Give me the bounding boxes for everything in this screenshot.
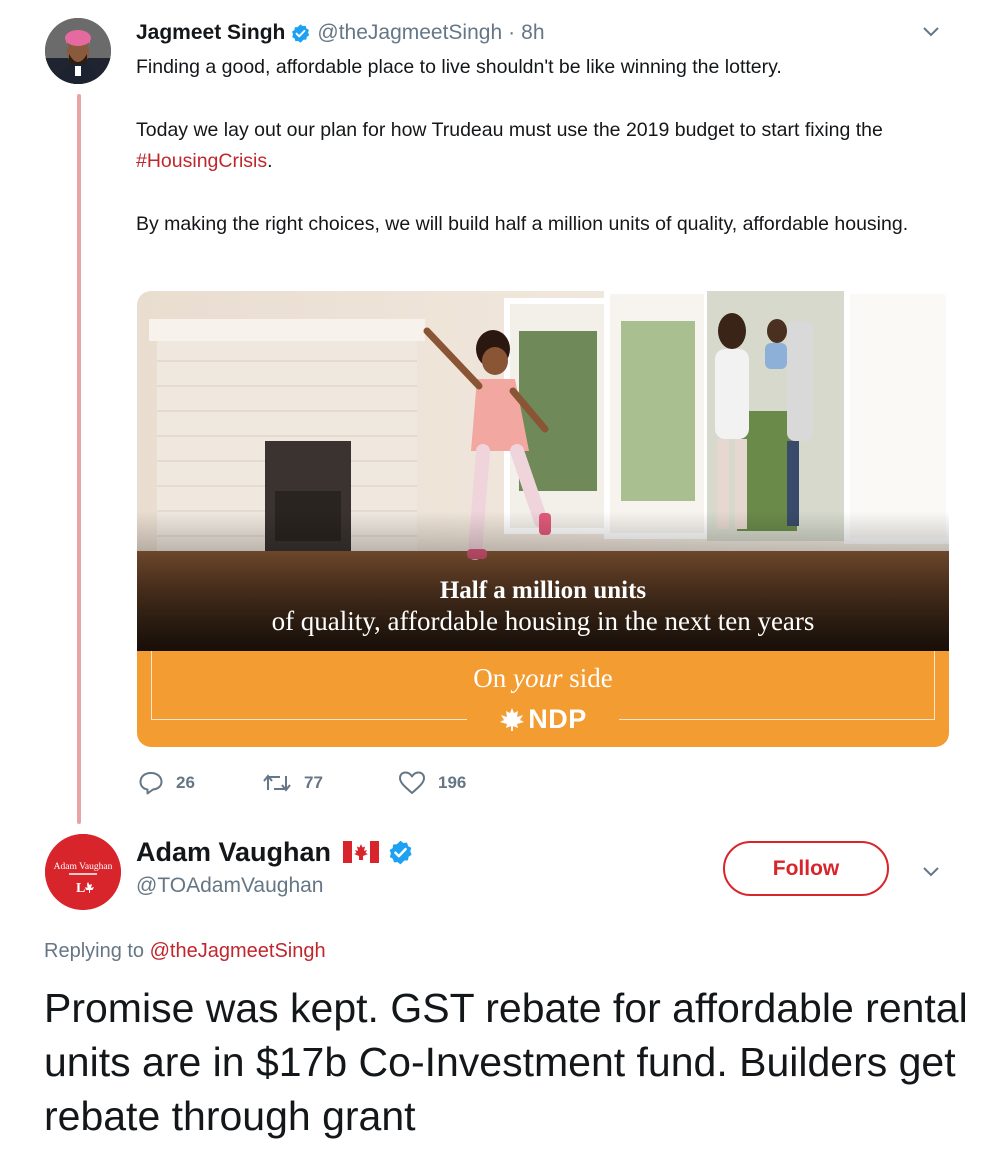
heart-icon	[399, 771, 425, 794]
reply-icon	[139, 772, 163, 795]
tagline-pre: On	[473, 663, 513, 693]
profile-photo	[45, 18, 111, 84]
author-handle[interactable]: @theJagmeetSingh	[317, 21, 502, 45]
paragraph-text: Today we lay out our plan for how Trudea…	[136, 119, 883, 141]
card-subline: of quality, affordable housing in the ne…	[271, 606, 815, 636]
timestamp[interactable]: 8h	[521, 21, 544, 45]
follow-button[interactable]: Follow	[723, 841, 889, 896]
card-headline: Half a million units	[439, 577, 647, 604]
author-name[interactable]: Adam Vaughan	[136, 837, 331, 868]
svg-text:L: L	[76, 881, 85, 896]
retweet-count: 77	[304, 773, 323, 792]
tweet-paragraph-3: By making the right choices, we will bui…	[136, 213, 909, 235]
verified-badge-icon	[389, 840, 412, 864]
retweet-icon	[263, 774, 291, 792]
banner-tagline: On your side	[137, 663, 949, 694]
card-caption: Half a million units of quality, afforda…	[137, 577, 949, 637]
profile-photo: Adam Vaughan L	[45, 834, 121, 910]
tweet-header: Jagmeet Singh @theJagmeetSingh · 8h	[136, 18, 545, 48]
ndp-banner: On your side NDP	[137, 651, 949, 747]
ndp-logo: NDP	[467, 701, 619, 737]
ndp-logo-text: NDP	[528, 703, 587, 734]
separator-dot: ·	[508, 21, 516, 44]
maple-leaf-icon	[500, 708, 525, 731]
chevron-down-icon[interactable]	[922, 26, 940, 38]
canada-flag-icon	[343, 841, 380, 863]
mention-link[interactable]: @theJagmeetSingh	[150, 940, 326, 962]
avatar[interactable]	[45, 18, 111, 84]
tagline-em: your	[513, 663, 563, 693]
hashtag-link[interactable]: #HousingCrisis	[136, 150, 267, 172]
tweet-actions: 26 77 196	[138, 768, 538, 798]
paragraph-text-end: .	[267, 150, 273, 172]
tagline-post: side	[562, 663, 613, 693]
avatar[interactable]: Adam Vaughan L	[45, 834, 121, 910]
media-card[interactable]: Half a million units of quality, afforda…	[137, 291, 949, 747]
chevron-down-icon[interactable]	[922, 866, 940, 878]
tweet-text: Promise was kept. GST rebate for afforda…	[44, 985, 968, 1139]
like-action[interactable]: 196	[398, 768, 466, 798]
reply-count: 26	[176, 773, 195, 792]
replying-to: Replying to @theJagmeetSingh	[44, 940, 326, 963]
author-name[interactable]: Jagmeet Singh	[136, 21, 285, 45]
tweet-paragraph-2: Today we lay out our plan for how Trudea…	[136, 115, 936, 177]
reply-action[interactable]: 26	[138, 768, 195, 798]
tweet-header: Adam Vaughan	[136, 834, 420, 870]
retweet-action[interactable]: 77	[262, 768, 323, 798]
author-handle[interactable]: @TOAdamVaughan	[136, 874, 323, 898]
tweet-text: Finding a good, affordable place to live…	[136, 52, 936, 240]
avatar-text: Adam Vaughan	[54, 862, 113, 872]
verified-badge-icon	[292, 23, 310, 43]
replying-prefix: Replying to	[44, 940, 150, 962]
like-count: 196	[438, 773, 467, 792]
tweet-paragraph-1: Finding a good, affordable place to live…	[136, 56, 782, 78]
thread-connector	[77, 94, 81, 824]
